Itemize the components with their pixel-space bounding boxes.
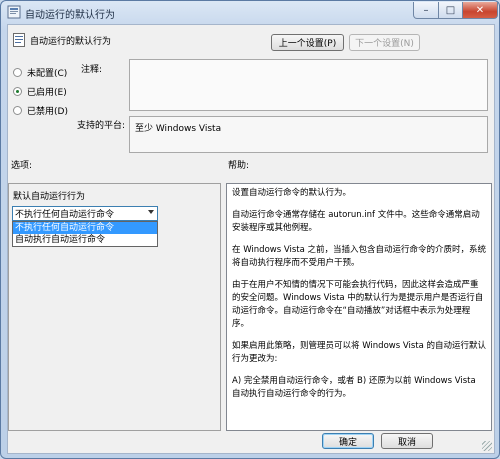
close-icon: ✕ (475, 4, 485, 16)
autorun-dropdown-list: 不执行任何自动运行命令 自动执行自动运行命令 (12, 221, 158, 247)
radio-not-configured[interactable]: 未配置(C) (13, 66, 67, 79)
default-autorun-label: 默认自动运行行为 (13, 192, 86, 202)
supported-platforms-label: 支持的平台: (77, 121, 126, 131)
combobox-value: 不执行任何自动运行命令 (15, 210, 115, 220)
cancel-button-label: 取消 (397, 437, 416, 448)
radio-disabled[interactable]: 已禁用(D) (13, 104, 68, 117)
policy-dialog-window: 自动运行的默认行为 – □ ✕ 自动运行的默认行为 上一个设置(P) 下一个设置… (0, 0, 500, 459)
default-autorun-combobox[interactable]: 不执行任何自动运行命令 (12, 206, 158, 221)
cancel-button[interactable]: 取消 (381, 433, 433, 449)
comment-textarea[interactable] (129, 59, 488, 111)
maximize-icon: □ (445, 4, 456, 16)
radio-enabled-indicator[interactable] (13, 87, 22, 96)
setting-title: 自动运行的默认行为 (30, 37, 112, 47)
radio-enabled[interactable]: 已启用(E) (13, 85, 67, 98)
help-paragraph: 如果启用此策略，则管理员可以将 Windows Vista 的自动运行默认行为更… (232, 341, 487, 364)
minimize-icon: – (423, 4, 429, 16)
previous-setting-button[interactable]: 上一个设置(P) (271, 34, 344, 51)
comment-label: 注释: (81, 65, 103, 75)
ok-button[interactable]: 确定 (322, 433, 374, 449)
help-paragraph: 由于在用户不知情的情况下可能会执行代码，因此这样会造成严重的安全问题。Windo… (232, 280, 484, 329)
setting-icon (13, 33, 25, 47)
dropdown-option-auto-execute[interactable]: 自动执行自动运行命令 (13, 234, 157, 246)
maximize-button[interactable]: □ (438, 2, 463, 19)
help-label: 帮助: (228, 161, 250, 171)
dialog-client-area: 自动运行的默认行为 上一个设置(P) 下一个设置(N) 未配置(C) 已启用(E… (7, 24, 495, 454)
supported-platforms-field: 至少 Windows Vista (129, 116, 488, 153)
radio-not-configured-indicator[interactable] (13, 68, 22, 77)
help-paragraph: 设置自动运行命令的默认行为。 (232, 188, 352, 198)
window-title: 自动运行的默认行为 (25, 10, 115, 21)
supported-platforms-value: 至少 Windows Vista (135, 124, 222, 134)
help-panel[interactable]: 设置自动运行命令的默认行为。 自动运行命令通常存储在 autorun.inf 文… (226, 183, 492, 431)
previous-setting-label: 上一个设置(P) (278, 39, 337, 49)
close-button[interactable]: ✕ (462, 2, 498, 19)
next-setting-button[interactable]: 下一个设置(N) (349, 34, 420, 51)
help-paragraph: 在 Windows Vista 之前，当插入包含自动运行命令的介质时，系统将自动… (232, 245, 487, 268)
title-bar[interactable]: 自动运行的默认行为 – □ ✕ (1, 1, 499, 23)
radio-disabled-label: 已禁用(D) (27, 107, 68, 117)
radio-disabled-indicator[interactable] (13, 106, 22, 115)
options-panel: 默认自动运行行为 不执行任何自动运行命令 不执行任何自动运行命令 自动执行自动运… (8, 183, 221, 431)
help-paragraph: 自动运行命令通常存储在 autorun.inf 文件中。这些命令通常启动安装程序… (232, 210, 480, 233)
options-label: 选项: (11, 161, 33, 171)
chevron-down-icon[interactable] (148, 210, 154, 214)
minimize-button[interactable]: – (413, 2, 439, 19)
dropdown-option-no-autorun[interactable]: 不执行任何自动运行命令 (13, 222, 157, 234)
policy-app-icon (7, 5, 21, 19)
ok-button-label: 确定 (338, 437, 357, 448)
radio-enabled-label: 已启用(E) (27, 88, 67, 98)
resize-grip-icon[interactable] (482, 441, 492, 451)
next-setting-label: 下一个设置(N) (355, 39, 414, 49)
radio-not-configured-label: 未配置(C) (27, 69, 68, 79)
help-paragraph: A) 完全禁用自动运行命令，或者 B) 还原为以前 Windows Vista … (232, 376, 476, 399)
